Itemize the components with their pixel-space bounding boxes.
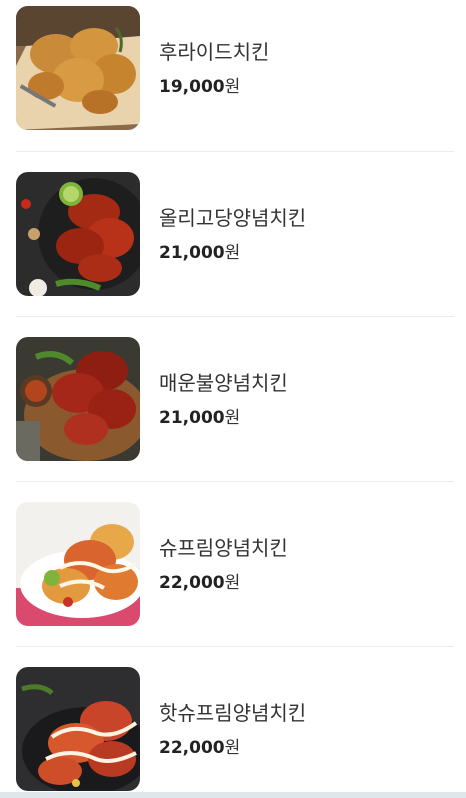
hot-supreme-yangnyeom-chicken-image [16,667,140,791]
menu-item-oligo-yangnyeom-chicken[interactable]: 올리고당양념치킨 21,000원 [16,172,454,297]
menu-list: 후라이드치킨 19,000원 올리고당양념치킨 21,000원 매운불양념치킨 … [0,0,466,798]
menu-item-price: 22,000원 [159,568,240,593]
menu-item-price: 22,000원 [159,733,240,758]
menu-item-supreme-yangnyeom-chicken[interactable]: 슈프림양념치킨 22,000원 [16,502,454,627]
divider [16,646,454,647]
oligo-yangnyeom-chicken-image [16,172,140,296]
menu-item-price: 19,000원 [159,72,240,97]
supreme-yangnyeom-chicken-image [16,502,140,626]
menu-item-fried-chicken[interactable]: 후라이드치킨 19,000원 [16,6,454,131]
divider [16,481,454,482]
menu-item-name: 슈프림양념치킨 [159,536,288,560]
menu-item-price: 21,000원 [159,403,240,428]
price-value: 19,000 [159,77,225,97]
menu-item-price: 21,000원 [159,238,240,263]
price-currency: 원 [224,738,241,758]
price-currency: 원 [224,408,241,428]
menu-item-hot-supreme-yangnyeom-chicken[interactable]: 핫슈프림양념치킨 22,000원 [16,667,454,792]
price-value: 21,000 [159,243,225,263]
price-currency: 원 [224,243,241,263]
menu-item-name: 핫슈프림양념치킨 [159,701,307,725]
price-value: 22,000 [159,573,225,593]
price-value: 22,000 [159,738,225,758]
fried-chicken-image [16,6,140,130]
divider [16,151,454,152]
menu-item-name: 후라이드치킨 [159,40,270,64]
spicy-fire-yangnyeom-chicken-image [16,337,140,461]
menu-item-spicy-fire-yangnyeom-chicken[interactable]: 매운불양념치킨 21,000원 [16,337,454,462]
price-currency: 원 [224,573,241,593]
price-value: 21,000 [159,408,225,428]
menu-item-name: 매운불양념치킨 [159,371,288,395]
menu-item-name: 올리고당양념치킨 [159,206,307,230]
price-currency: 원 [224,77,241,97]
bottom-bar-edge [0,792,466,798]
divider [16,316,454,317]
